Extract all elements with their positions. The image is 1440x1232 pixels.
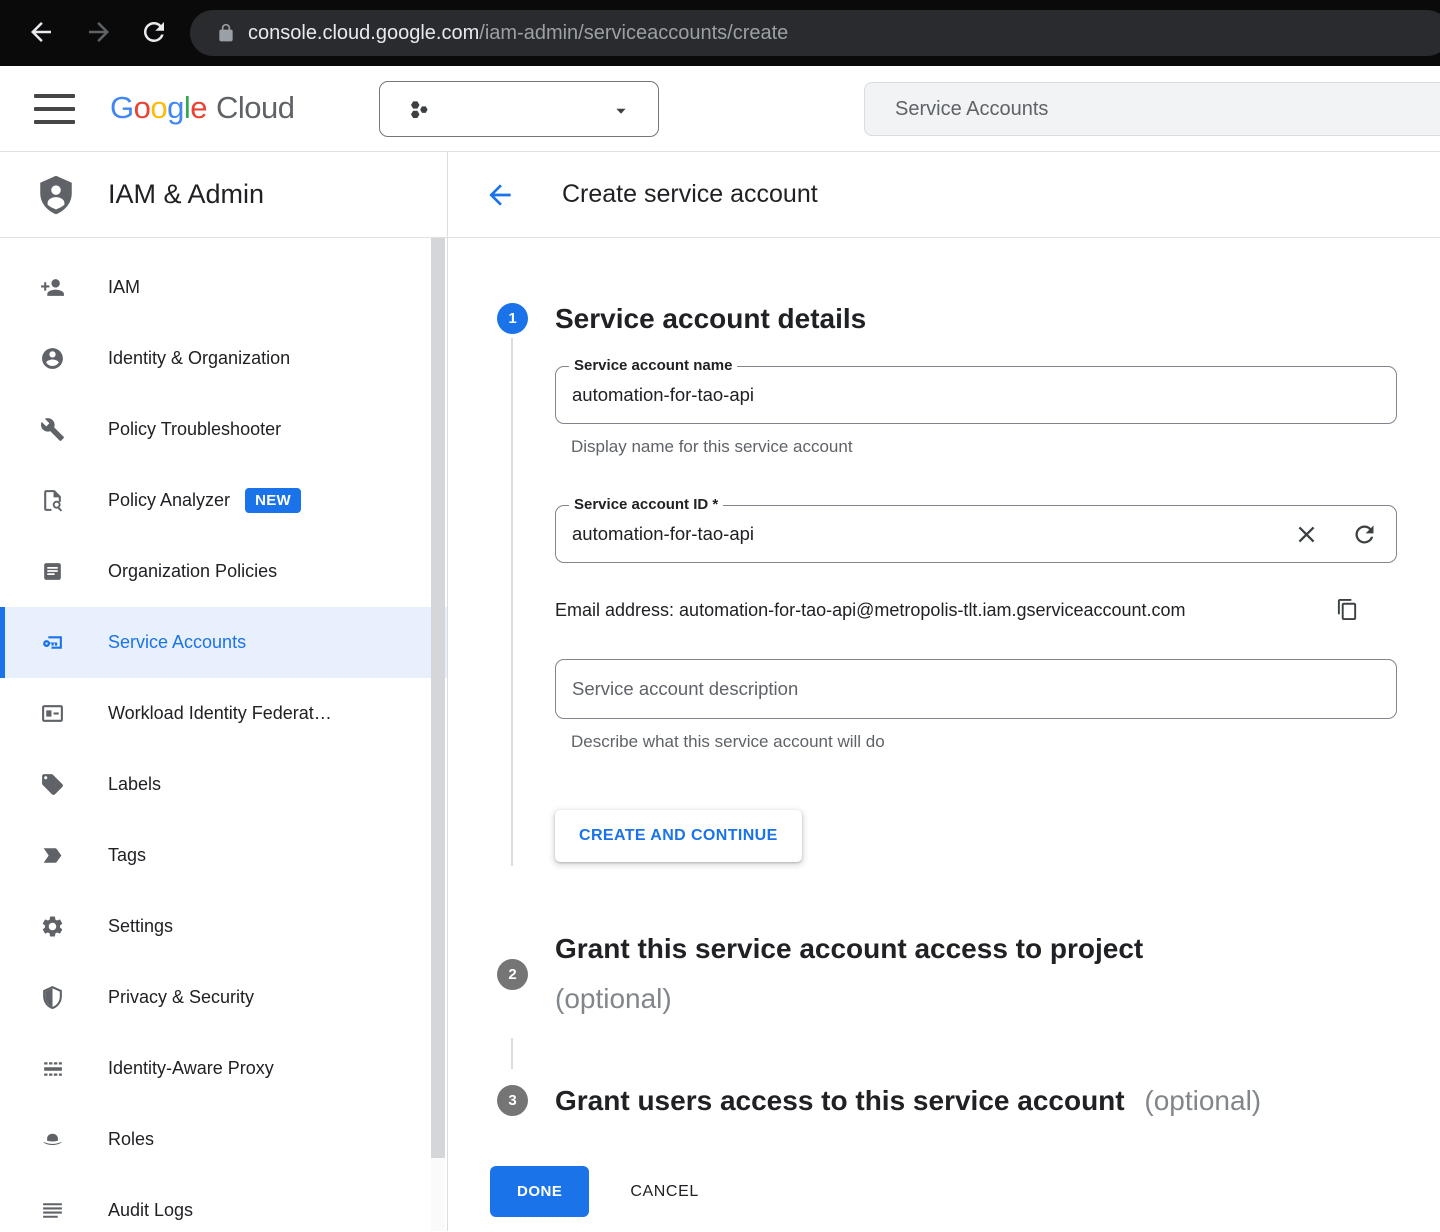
sidebar-scrollbar-track[interactable] xyxy=(431,238,445,1231)
step3-optional-text: (optional) xyxy=(1144,1085,1261,1116)
sidebar-item-labels[interactable]: Labels xyxy=(0,749,447,820)
sidebar-item-service-accounts[interactable]: Service Accounts xyxy=(0,607,447,678)
sidebar-item-tags[interactable]: Tags xyxy=(0,820,447,891)
page-title: Create service account xyxy=(562,180,818,209)
project-selector[interactable] xyxy=(379,81,659,137)
sidebar-title: IAM & Admin xyxy=(108,179,264,210)
step1-circle: 1 xyxy=(497,303,528,334)
step1-header: 1 Service account details xyxy=(497,300,1440,338)
step2-header: 2 Grant this service account access to p… xyxy=(497,924,1440,1025)
proxy-icon xyxy=(40,1056,65,1081)
label-arrow-icon xyxy=(40,843,65,868)
step2-title: Grant this service account access to pro… xyxy=(555,924,1143,1025)
form-actions: DONE CANCEL xyxy=(490,1166,1440,1217)
document-search-icon xyxy=(40,488,65,513)
person-add-icon xyxy=(40,275,65,300)
url-path: /iam-admin/serviceaccounts/create xyxy=(479,22,788,44)
card-icon xyxy=(40,701,65,726)
done-button[interactable]: DONE xyxy=(490,1166,589,1217)
new-badge: NEW xyxy=(245,488,301,513)
step-connector-line xyxy=(511,1038,513,1069)
gear-icon xyxy=(40,914,65,939)
url-text: console.cloud.google.com/iam-admin/servi… xyxy=(248,22,788,45)
cancel-button[interactable]: CANCEL xyxy=(630,1183,699,1201)
sidebar-item-audit-logs[interactable]: Audit Logs xyxy=(0,1175,447,1232)
step2-optional-text: (optional) xyxy=(555,983,672,1014)
search-box xyxy=(864,82,1440,136)
sidebar-scrollbar-thumb[interactable] xyxy=(431,238,445,1158)
sidebar-item-roles[interactable]: Roles xyxy=(0,1104,447,1175)
sidebar-item-identity-aware-proxy[interactable]: Identity-Aware Proxy xyxy=(0,1033,447,1104)
service-account-id-label: Service account ID * xyxy=(569,496,723,513)
address-bar[interactable]: console.cloud.google.com/iam-admin/servi… xyxy=(190,10,1440,56)
step1-body: Service account name Display name for th… xyxy=(511,338,1397,866)
create-and-continue-button[interactable]: CREATE AND CONTINUE xyxy=(555,810,802,862)
sidebar-item-policy-analyzer[interactable]: Policy Analyzer NEW xyxy=(0,465,447,536)
document-icon xyxy=(40,559,65,584)
chevron-down-icon xyxy=(610,100,632,122)
description-helper-text: Describe what this service account will … xyxy=(555,732,1397,752)
lock-icon[interactable] xyxy=(216,23,236,43)
wrench-icon xyxy=(40,417,65,442)
screen: console.cloud.google.com/iam-admin/servi… xyxy=(0,0,1440,1232)
google-cloud-logo[interactable]: GoogleCloud xyxy=(110,90,295,126)
sidebar-item-policy-troubleshooter[interactable]: Policy Troubleshooter xyxy=(0,394,447,465)
service-account-description-field xyxy=(555,659,1397,719)
service-account-key-icon xyxy=(40,630,65,655)
browser-forward-icon[interactable] xyxy=(84,17,114,47)
service-account-name-input[interactable] xyxy=(556,367,1396,423)
email-row: Email address: automation-for-tao-api@me… xyxy=(555,600,1397,621)
name-helper-text: Display name for this service account xyxy=(555,437,1397,457)
browser-reload-icon[interactable] xyxy=(139,17,169,47)
service-account-name-field: Service account name xyxy=(555,366,1397,424)
browser-chrome: console.cloud.google.com/iam-admin/servi… xyxy=(0,0,1440,66)
step3-title: Grant users access to this service accou… xyxy=(555,1082,1261,1120)
step2-title-text: Grant this service account access to pro… xyxy=(555,933,1143,964)
email-address-text: Email address: automation-for-tao-api@me… xyxy=(555,600,1186,620)
service-account-description-input[interactable] xyxy=(556,660,1396,718)
sidebar-item-workload-identity-federation[interactable]: Workload Identity Federat… xyxy=(0,678,447,749)
iam-admin-shield-icon xyxy=(35,171,77,219)
service-account-name-label: Service account name xyxy=(569,357,737,374)
sidebar-item-identity-organization[interactable]: Identity & Organization xyxy=(0,323,447,394)
step3-circle: 3 xyxy=(497,1085,528,1116)
sidebar-header: IAM & Admin xyxy=(0,152,447,238)
sidebar-item-iam[interactable]: IAM xyxy=(0,252,447,323)
step3-header: 3 Grant users access to this service acc… xyxy=(497,1082,1440,1120)
copy-icon[interactable] xyxy=(1336,598,1359,621)
browser-back-icon[interactable] xyxy=(26,17,56,47)
hamburger-menu-icon[interactable] xyxy=(34,94,75,124)
list-lines-icon xyxy=(40,1198,65,1223)
sidebar: IAM & Admin IAM Identity & Organization xyxy=(0,152,448,1231)
service-account-id-input[interactable] xyxy=(556,506,1396,562)
main-header: Create service account xyxy=(448,152,1440,238)
create-form: 1 Service account details Service accoun… xyxy=(448,238,1440,1217)
sidebar-item-organization-policies[interactable]: Organization Policies xyxy=(0,536,447,607)
main-content: Create service account 1 Service account… xyxy=(448,152,1440,1231)
back-arrow-icon[interactable] xyxy=(484,179,516,211)
logo-cloud-text: Cloud xyxy=(216,90,295,125)
shield-half-icon xyxy=(40,985,65,1010)
sidebar-item-privacy-security[interactable]: Privacy & Security xyxy=(0,962,447,1033)
search-input[interactable] xyxy=(865,83,1440,135)
regenerate-icon[interactable] xyxy=(1351,521,1378,548)
url-domain: console.cloud.google.com xyxy=(248,22,479,44)
project-hexagons-icon xyxy=(404,95,434,125)
step2-circle: 2 xyxy=(497,959,528,990)
step1-title: Service account details xyxy=(555,300,866,338)
tag-icon xyxy=(40,772,65,797)
gcp-header: GoogleCloud xyxy=(0,66,1440,152)
service-account-id-field: Service account ID * xyxy=(555,505,1397,563)
person-circle-icon xyxy=(40,346,65,371)
hat-icon xyxy=(40,1127,65,1152)
step3-title-text: Grant users access to this service accou… xyxy=(555,1085,1125,1116)
clear-icon[interactable] xyxy=(1293,521,1320,548)
sidebar-item-settings[interactable]: Settings xyxy=(0,891,447,962)
sidebar-nav: IAM Identity & Organization Policy Troub… xyxy=(0,238,447,1232)
